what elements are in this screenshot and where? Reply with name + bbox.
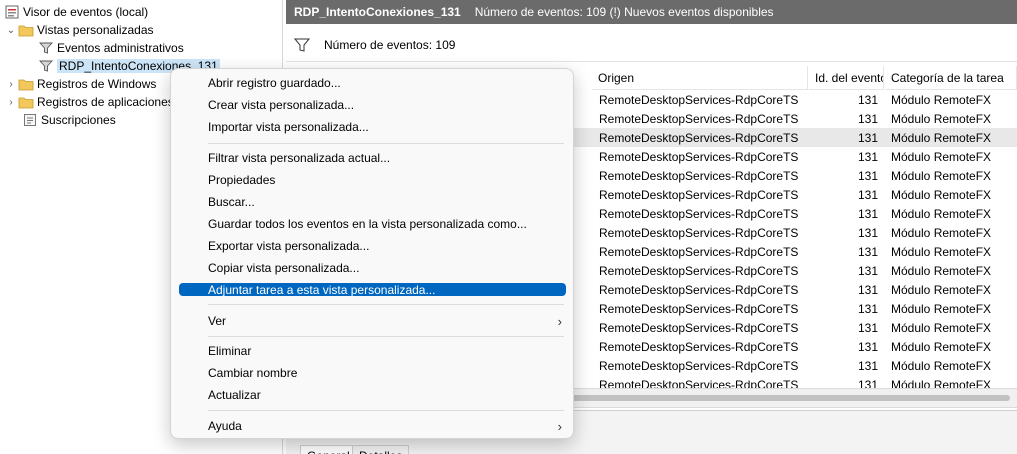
menu-item-help[interactable]: Ayuda › xyxy=(179,415,566,437)
cell-event-id: 131 xyxy=(857,225,878,240)
menu-separator xyxy=(208,336,564,337)
cell-event-id: 131 xyxy=(857,130,878,145)
column-header-source[interactable]: Origen xyxy=(592,66,808,90)
menu-item-export-custom-view[interactable]: Exportar vista personalizada... xyxy=(179,235,566,257)
folder-icon xyxy=(18,94,34,110)
cell-event-id: 131 xyxy=(857,206,878,221)
cell-event-id: 131 xyxy=(857,149,878,164)
cell-task-category: Módulo RemoteFX xyxy=(891,358,992,373)
menu-item-refresh[interactable]: Actualizar xyxy=(179,384,566,406)
cell-event-id: 131 xyxy=(857,358,878,373)
cell-task-category: Módulo RemoteFX xyxy=(891,225,992,240)
column-header-task-category[interactable]: Categoría de la tarea xyxy=(885,66,1017,90)
cell-source: RemoteDesktopServices-RdpCoreTS xyxy=(599,130,799,145)
tree-item-custom-views[interactable]: ⌄ Vistas personalizadas xyxy=(4,21,154,39)
tree-item-root[interactable]: Visor de eventos (local) xyxy=(4,3,148,21)
folder-icon xyxy=(18,22,34,38)
menu-separator xyxy=(208,304,564,305)
cell-event-id: 131 xyxy=(857,263,878,278)
cell-task-category: Módulo RemoteFX xyxy=(891,244,992,259)
chevron-right-icon[interactable]: › xyxy=(4,75,18,93)
menu-item-create-custom-view[interactable]: Crear vista personalizada... xyxy=(179,94,566,116)
cell-source: RemoteDesktopServices-RdpCoreTS xyxy=(599,206,799,221)
cell-event-id: 131 xyxy=(857,339,878,354)
chevron-right-icon[interactable]: › xyxy=(4,93,18,111)
menu-item-rename[interactable]: Cambiar nombre xyxy=(179,362,566,384)
cell-task-category: Módulo RemoteFX xyxy=(891,339,992,354)
tree-item-admin-events[interactable]: Eventos administrativos xyxy=(38,39,184,57)
cell-event-id: 131 xyxy=(857,244,878,259)
filter-count-label: Número de eventos: 109 xyxy=(324,37,456,52)
cell-event-id: 131 xyxy=(857,168,878,183)
folder-icon xyxy=(18,76,34,92)
menu-item-help-label: Ayuda xyxy=(208,419,242,433)
cell-task-category: Módulo RemoteFX xyxy=(891,168,992,183)
menu-item-import-custom-view[interactable]: Importar vista personalizada... xyxy=(179,116,566,138)
cell-source: RemoteDesktopServices-RdpCoreTS xyxy=(599,339,799,354)
cell-source: RemoteDesktopServices-RdpCoreTS xyxy=(599,244,799,259)
cell-source: RemoteDesktopServices-RdpCoreTS xyxy=(599,187,799,202)
cell-task-category: Módulo RemoteFX xyxy=(891,149,992,164)
menu-separator xyxy=(208,143,564,144)
cell-task-category: Módulo RemoteFX xyxy=(891,263,992,278)
cell-source: RemoteDesktopServices-RdpCoreTS xyxy=(599,320,799,335)
menu-item-view[interactable]: Ver › xyxy=(179,310,566,332)
cell-task-category: Módulo RemoteFX xyxy=(891,92,992,107)
cell-source: RemoteDesktopServices-RdpCoreTS xyxy=(599,301,799,316)
cell-task-category: Módulo RemoteFX xyxy=(891,130,992,145)
chevron-down-icon[interactable]: ⌄ xyxy=(4,21,18,39)
column-header-event-id[interactable]: Id. del evento xyxy=(809,66,884,90)
view-title: RDP_IntentoConexiones_131 xyxy=(294,5,461,19)
event-count-status: Número de eventos: 109 (!) Nuevos evento… xyxy=(474,5,774,19)
tab-details[interactable]: Detalles xyxy=(352,445,410,454)
cell-source: RemoteDesktopServices-RdpCoreTS xyxy=(599,111,799,126)
cell-task-category: Módulo RemoteFX xyxy=(891,377,992,389)
menu-item-properties[interactable]: Propiedades xyxy=(179,169,566,191)
cell-task-category: Módulo RemoteFX xyxy=(891,282,992,297)
cell-event-id: 131 xyxy=(857,320,878,335)
filter-icon xyxy=(38,58,54,74)
cell-source: RemoteDesktopServices-RdpCoreTS xyxy=(599,168,799,183)
view-title-bar: RDP_IntentoConexiones_131 Número de even… xyxy=(286,0,1017,24)
cell-task-category: Módulo RemoteFX xyxy=(891,206,992,221)
menu-item-delete[interactable]: Eliminar xyxy=(179,340,566,362)
menu-item-copy-custom-view[interactable]: Copiar vista personalizada... xyxy=(179,257,566,279)
menu-item-attach-task[interactable]: Adjuntar tarea a esta vista personalizad… xyxy=(179,283,566,297)
cell-source: RemoteDesktopServices-RdpCoreTS xyxy=(599,282,799,297)
filter-icon xyxy=(38,40,54,56)
cell-source: RemoteDesktopServices-RdpCoreTS xyxy=(599,225,799,240)
chevron-right-icon: › xyxy=(557,313,562,329)
tree-item-windows-logs[interactable]: › Registros de Windows xyxy=(4,75,156,93)
filter-icon xyxy=(294,37,310,53)
cell-task-category: Módulo RemoteFX xyxy=(891,187,992,202)
cell-event-id: 131 xyxy=(857,92,878,107)
event-viewer-icon xyxy=(4,4,20,20)
cell-event-id: 131 xyxy=(857,377,878,389)
menu-item-filter-current-view[interactable]: Filtrar vista personalizada actual... xyxy=(179,147,566,169)
cell-source: RemoteDesktopServices-RdpCoreTS xyxy=(599,263,799,278)
menu-item-find[interactable]: Buscar... xyxy=(179,191,566,213)
cell-task-category: Módulo RemoteFX xyxy=(891,111,992,126)
menu-item-view-label: Ver xyxy=(208,314,227,328)
subscriptions-icon xyxy=(22,112,38,128)
cell-source: RemoteDesktopServices-RdpCoreTS xyxy=(599,92,799,107)
cell-task-category: Módulo RemoteFX xyxy=(891,320,992,335)
cell-source: RemoteDesktopServices-RdpCoreTS xyxy=(599,149,799,164)
cell-task-category: Módulo RemoteFX xyxy=(891,301,992,316)
cell-event-id: 131 xyxy=(857,111,878,126)
filter-bar: Número de eventos: 109 xyxy=(286,28,1017,62)
cell-source: RemoteDesktopServices-RdpCoreTS xyxy=(599,358,799,373)
menu-item-open-saved-log[interactable]: Abrir registro guardado... xyxy=(179,72,566,94)
cell-event-id: 131 xyxy=(857,187,878,202)
cell-source: RemoteDesktopServices-RdpCoreTS xyxy=(599,377,799,389)
cell-event-id: 131 xyxy=(857,301,878,316)
cell-event-id: 131 xyxy=(857,282,878,297)
menu-separator xyxy=(208,410,564,411)
context-menu: Abrir registro guardado... Crear vista p… xyxy=(170,68,574,439)
chevron-right-icon: › xyxy=(557,418,562,434)
menu-item-save-all-events[interactable]: Guardar todos los eventos en la vista pe… xyxy=(179,213,566,235)
tab-general[interactable]: General xyxy=(300,445,357,454)
tree-item-subscriptions[interactable]: Suscripciones xyxy=(22,111,116,129)
